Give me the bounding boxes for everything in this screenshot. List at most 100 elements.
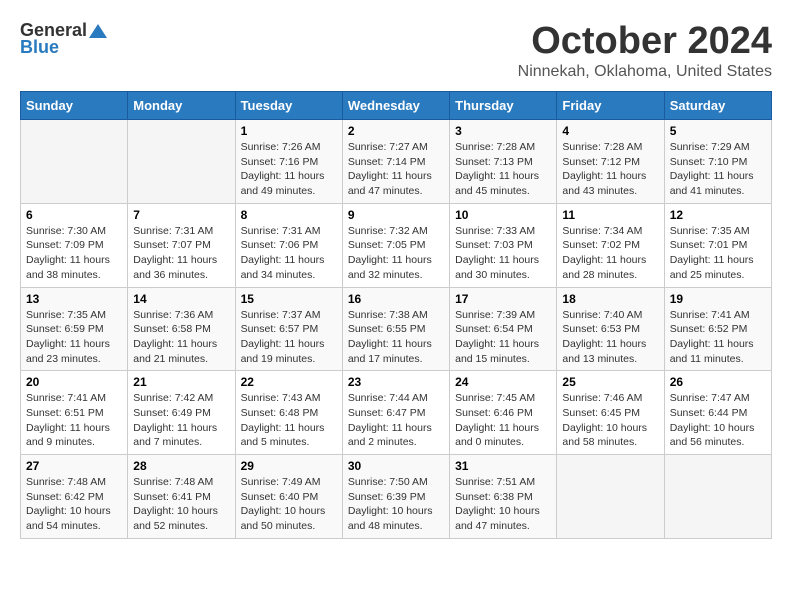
day-number: 3 <box>455 124 551 138</box>
calendar-day-cell: 19 Sunrise: 7:41 AM Sunset: 6:52 PM Dayli… <box>664 287 771 371</box>
day-number: 21 <box>133 375 229 389</box>
calendar-day-cell: 30Sunrise: 7:50 AM Sunset: 6:39 PM Dayli… <box>342 455 449 539</box>
day-info: Sunrise: 7:39 AM Sunset: 6:54 PM Dayligh… <box>455 308 551 367</box>
day-number: 14 <box>133 292 229 306</box>
calendar-day-cell <box>21 120 128 204</box>
month-title: October 2024 <box>518 20 772 63</box>
logo-icon <box>89 22 107 40</box>
day-info: Sunrise: 7:35 AM Sunset: 6:59 PM Dayligh… <box>26 308 122 367</box>
title-area: October 2024 Ninnekah, Oklahoma, United … <box>518 20 772 81</box>
day-number: 10 <box>455 208 551 222</box>
day-info: Sunrise: 7:38 AM Sunset: 6:55 PM Dayligh… <box>348 308 444 367</box>
day-info: Sunrise: 7:47 AM Sunset: 6:44 PM Dayligh… <box>670 391 766 450</box>
day-number: 25 <box>562 375 658 389</box>
day-info: Sunrise: 7:26 AM Sunset: 7:16 PM Dayligh… <box>241 140 337 199</box>
day-info: Sunrise: 7:37 AM Sunset: 6:57 PM Dayligh… <box>241 308 337 367</box>
day-number: 6 <box>26 208 122 222</box>
calendar-day-cell: 11 Sunrise: 7:34 AM Sunset: 7:02 PM Dayli… <box>557 203 664 287</box>
day-number: 9 <box>348 208 444 222</box>
day-number: 17 <box>455 292 551 306</box>
day-of-week-header: Tuesday <box>235 92 342 120</box>
day-of-week-header: Friday <box>557 92 664 120</box>
day-number: 5 <box>670 124 766 138</box>
day-info: Sunrise: 7:28 AM Sunset: 7:12 PM Dayligh… <box>562 140 658 199</box>
day-of-week-header: Saturday <box>664 92 771 120</box>
day-info: Sunrise: 7:42 AM Sunset: 6:49 PM Dayligh… <box>133 391 229 450</box>
day-info: Sunrise: 7:49 AM Sunset: 6:40 PM Dayligh… <box>241 475 337 534</box>
day-info: Sunrise: 7:40 AM Sunset: 6:53 PM Dayligh… <box>562 308 658 367</box>
location: Ninnekah, Oklahoma, United States <box>518 63 772 81</box>
day-number: 28 <box>133 459 229 473</box>
day-info: Sunrise: 7:48 AM Sunset: 6:41 PM Dayligh… <box>133 475 229 534</box>
day-number: 15 <box>241 292 337 306</box>
day-number: 24 <box>455 375 551 389</box>
calendar-day-cell: 3Sunrise: 7:28 AM Sunset: 7:13 PM Daylig… <box>450 120 557 204</box>
day-number: 2 <box>348 124 444 138</box>
day-number: 13 <box>26 292 122 306</box>
calendar-day-cell <box>557 455 664 539</box>
day-info: Sunrise: 7:48 AM Sunset: 6:42 PM Dayligh… <box>26 475 122 534</box>
calendar-day-cell <box>664 455 771 539</box>
day-number: 1 <box>241 124 337 138</box>
day-info: Sunrise: 7:44 AM Sunset: 6:47 PM Dayligh… <box>348 391 444 450</box>
calendar-day-cell: 28 Sunrise: 7:48 AM Sunset: 6:41 PM Dayli… <box>128 455 235 539</box>
day-info: Sunrise: 7:29 AM Sunset: 7:10 PM Dayligh… <box>670 140 766 199</box>
day-number: 12 <box>670 208 766 222</box>
calendar-day-cell: 21 Sunrise: 7:42 AM Sunset: 6:49 PM Dayli… <box>128 371 235 455</box>
day-info: Sunrise: 7:33 AM Sunset: 7:03 PM Dayligh… <box>455 224 551 283</box>
calendar-day-cell: 4 Sunrise: 7:28 AM Sunset: 7:12 PM Daylig… <box>557 120 664 204</box>
day-number: 18 <box>562 292 658 306</box>
calendar-day-cell: 15 Sunrise: 7:37 AM Sunset: 6:57 PM Dayli… <box>235 287 342 371</box>
calendar-week-row: 1 Sunrise: 7:26 AM Sunset: 7:16 PM Daylig… <box>21 120 772 204</box>
day-info: Sunrise: 7:41 AM Sunset: 6:51 PM Dayligh… <box>26 391 122 450</box>
day-info: Sunrise: 7:34 AM Sunset: 7:02 PM Dayligh… <box>562 224 658 283</box>
calendar-table: SundayMondayTuesdayWednesdayThursdayFrid… <box>20 91 772 539</box>
day-number: 8 <box>241 208 337 222</box>
calendar-day-cell: 8Sunrise: 7:31 AM Sunset: 7:06 PM Daylig… <box>235 203 342 287</box>
day-number: 4 <box>562 124 658 138</box>
calendar-day-cell: 16 Sunrise: 7:38 AM Sunset: 6:55 PM Dayli… <box>342 287 449 371</box>
calendar-day-cell: 14 Sunrise: 7:36 AM Sunset: 6:58 PM Dayli… <box>128 287 235 371</box>
calendar-day-cell: 25 Sunrise: 7:46 AM Sunset: 6:45 PM Dayli… <box>557 371 664 455</box>
calendar-day-cell: 24Sunrise: 7:45 AM Sunset: 6:46 PM Dayli… <box>450 371 557 455</box>
day-info: Sunrise: 7:46 AM Sunset: 6:45 PM Dayligh… <box>562 391 658 450</box>
calendar-day-cell: 2 Sunrise: 7:27 AM Sunset: 7:14 PM Daylig… <box>342 120 449 204</box>
calendar-day-cell: 17 Sunrise: 7:39 AM Sunset: 6:54 PM Dayli… <box>450 287 557 371</box>
calendar-day-cell: 5 Sunrise: 7:29 AM Sunset: 7:10 PM Daylig… <box>664 120 771 204</box>
day-number: 27 <box>26 459 122 473</box>
logo-blue-text: Blue <box>20 37 59 58</box>
day-info: Sunrise: 7:51 AM Sunset: 6:38 PM Dayligh… <box>455 475 551 534</box>
day-number: 31 <box>455 459 551 473</box>
day-number: 19 <box>670 292 766 306</box>
day-info: Sunrise: 7:30 AM Sunset: 7:09 PM Dayligh… <box>26 224 122 283</box>
day-of-week-header: Monday <box>128 92 235 120</box>
calendar-day-cell: 18 Sunrise: 7:40 AM Sunset: 6:53 PM Dayli… <box>557 287 664 371</box>
calendar-week-row: 20 Sunrise: 7:41 AM Sunset: 6:51 PM Dayli… <box>21 371 772 455</box>
day-number: 16 <box>348 292 444 306</box>
calendar-day-cell: 20 Sunrise: 7:41 AM Sunset: 6:51 PM Dayli… <box>21 371 128 455</box>
day-number: 26 <box>670 375 766 389</box>
day-info: Sunrise: 7:50 AM Sunset: 6:39 PM Dayligh… <box>348 475 444 534</box>
day-of-week-header: Wednesday <box>342 92 449 120</box>
day-info: Sunrise: 7:43 AM Sunset: 6:48 PM Dayligh… <box>241 391 337 450</box>
day-info: Sunrise: 7:31 AM Sunset: 7:07 PM Dayligh… <box>133 224 229 283</box>
day-number: 7 <box>133 208 229 222</box>
day-info: Sunrise: 7:27 AM Sunset: 7:14 PM Dayligh… <box>348 140 444 199</box>
day-number: 11 <box>562 208 658 222</box>
day-number: 20 <box>26 375 122 389</box>
calendar-day-cell: 1 Sunrise: 7:26 AM Sunset: 7:16 PM Daylig… <box>235 120 342 204</box>
calendar-day-cell: 29Sunrise: 7:49 AM Sunset: 6:40 PM Dayli… <box>235 455 342 539</box>
calendar-week-row: 27 Sunrise: 7:48 AM Sunset: 6:42 PM Dayli… <box>21 455 772 539</box>
day-info: Sunrise: 7:41 AM Sunset: 6:52 PM Dayligh… <box>670 308 766 367</box>
day-of-week-header: Thursday <box>450 92 557 120</box>
day-number: 22 <box>241 375 337 389</box>
calendar-day-cell: 6 Sunrise: 7:30 AM Sunset: 7:09 PM Daylig… <box>21 203 128 287</box>
calendar-week-row: 6 Sunrise: 7:30 AM Sunset: 7:09 PM Daylig… <box>21 203 772 287</box>
calendar-day-cell: 23Sunrise: 7:44 AM Sunset: 6:47 PM Dayli… <box>342 371 449 455</box>
day-of-week-header: Sunday <box>21 92 128 120</box>
calendar-day-cell <box>128 120 235 204</box>
calendar-day-cell: 12Sunrise: 7:35 AM Sunset: 7:01 PM Dayli… <box>664 203 771 287</box>
calendar-week-row: 13 Sunrise: 7:35 AM Sunset: 6:59 PM Dayli… <box>21 287 772 371</box>
day-info: Sunrise: 7:36 AM Sunset: 6:58 PM Dayligh… <box>133 308 229 367</box>
calendar-day-cell: 31 Sunrise: 7:51 AM Sunset: 6:38 PM Dayli… <box>450 455 557 539</box>
